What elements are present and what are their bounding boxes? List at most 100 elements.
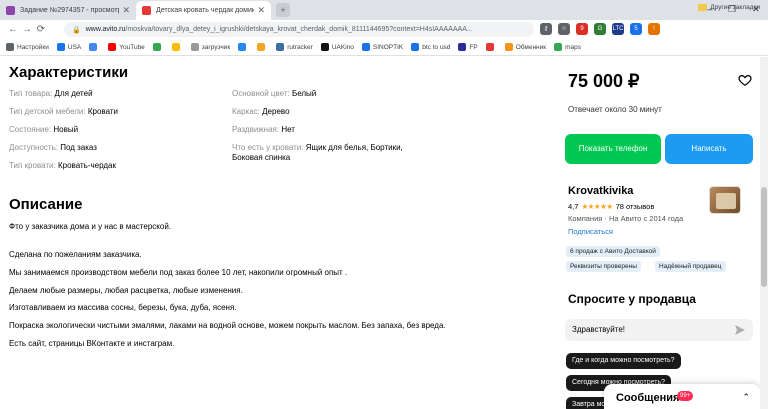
description-paragraph: Мы занимаемся производством мебели под з… [9, 267, 348, 277]
spec-row: Каркас: Дерево [232, 107, 432, 117]
delivery-sales-badge: 6 продаж с Авито Доставкой [566, 246, 660, 257]
browser-tab-strip: Задание №2974357 - просмотр з ✕ Детская … [0, 0, 768, 20]
ask-input-text: Здравствуйте! [572, 325, 626, 334]
reviews-count: 78 отзывов [615, 202, 655, 211]
bookmark-item[interactable] [89, 43, 100, 51]
bookmark-favicon-icon [554, 43, 563, 51]
ext-orange-icon[interactable]: ! [648, 23, 660, 35]
spec-value: Кровать-чердак [57, 161, 116, 170]
ext-red-icon[interactable]: 9 [576, 23, 588, 35]
tab-close-icon[interactable]: ✕ [257, 5, 265, 16]
tab-close-icon[interactable]: ✕ [122, 5, 130, 16]
description-paragraph: Изготавливаем из массива сосны, березы, … [9, 303, 237, 313]
ask-seller-input[interactable]: Здравствуйте! [565, 319, 753, 341]
page-scrollbar[interactable] [760, 57, 768, 409]
spec-value: Дерево [262, 107, 290, 116]
other-bookmarks[interactable]: Другие закладки [698, 4, 760, 11]
bookmark-label: загрузчик [201, 43, 231, 51]
characteristics-right-column: Основной цвет: Белый Каркас: Дерево Раздви… [232, 89, 432, 171]
reply-time: Отвечает около 30 минут [568, 105, 662, 114]
bookmark-item[interactable]: rutracker [276, 43, 313, 51]
characteristics-title: Характеристики [9, 64, 129, 81]
characteristics-left-column: Тип товара: Для детей Тип детской мебели:… [9, 89, 224, 179]
description-paragraph: Делаем любые размеры, любая расцветка, л… [9, 285, 243, 295]
bookmark-item[interactable] [257, 43, 268, 51]
spec-value: Новый [53, 125, 79, 134]
ask-seller-title: Спросите у продавца [568, 292, 696, 306]
key-icon[interactable]: ⚷ [540, 23, 552, 35]
ext-blue-icon[interactable]: 5 [630, 23, 642, 35]
bookmark-favicon-icon [171, 43, 180, 51]
spec-key: Тип кровати: [9, 161, 56, 170]
url-host: www.avito.ru [85, 26, 126, 33]
browser-tab-active[interactable]: Детская кровать чердак домик с ✕ [136, 1, 271, 20]
bookmark-favicon-icon [320, 43, 329, 51]
messages-panel[interactable]: Сообщения 99+ ⌃ [604, 384, 760, 409]
reload-icon[interactable]: ⟳ [34, 24, 48, 35]
bookmark-item[interactable]: загрузчик [190, 43, 231, 51]
star-icon[interactable]: ☆ [558, 23, 570, 35]
send-icon[interactable] [735, 325, 745, 335]
spec-row: Что есть у кровати: Ящик для белья, Борт… [232, 143, 432, 162]
spec-key: Состояние: [9, 125, 52, 134]
description-paragraph: Есть сайт, страницы ВКонтакте и инстагра… [9, 338, 175, 348]
browser-tab[interactable]: Задание №2974357 - просмотр з ✕ [0, 1, 136, 20]
tab-title: Детская кровать чердак домик с [156, 7, 255, 14]
new-tab-button[interactable]: + [276, 3, 290, 17]
bookmark-item[interactable] [238, 43, 249, 51]
description-paragraph: Фто у заказчика дома и у нас в мастерско… [9, 222, 172, 231]
seller-rating[interactable]: 4,7 ★★★★★ 78 отзывов [568, 202, 654, 211]
bookmark-item[interactable]: USA [56, 43, 82, 51]
forward-icon[interactable]: → [20, 24, 34, 35]
bookmark-item[interactable] [485, 43, 497, 51]
bookmark-favicon-icon [108, 43, 117, 51]
bookmark-favicon-icon [56, 43, 65, 51]
bookmark-favicon-icon [89, 43, 98, 51]
bookmark-item[interactable] [171, 43, 183, 51]
spec-row: Основной цвет: Белый [232, 89, 432, 99]
seller-name[interactable]: Krovatkivika [568, 185, 633, 197]
bookmark-favicon-icon [411, 43, 420, 51]
write-message-button[interactable]: Написать [665, 134, 753, 164]
description-paragraph: Покраска экологически чистыми эмалями, л… [9, 321, 446, 331]
bookmark-label: YouTube [119, 43, 145, 51]
bookmark-item[interactable]: FP [458, 43, 478, 51]
tab-title: Задание №2974357 - просмотр з [20, 7, 120, 14]
bookmark-item[interactable]: btc to usd [411, 43, 450, 51]
scrollbar-thumb[interactable] [761, 187, 767, 287]
bookmark-item[interactable]: YouTube [108, 43, 145, 51]
back-icon[interactable]: ← [6, 24, 20, 35]
bookmark-item[interactable] [152, 43, 164, 51]
favorite-heart-icon[interactable] [738, 73, 752, 87]
bookmark-favicon-icon [6, 43, 14, 51]
quick-question-button[interactable]: Где и когда можно посмотреть? [566, 353, 681, 369]
rating-value: 4,7 [568, 202, 579, 211]
bookmark-item[interactable]: Настройки [6, 43, 49, 51]
rating-stars-icon: ★★★★★ [581, 202, 613, 211]
seller-avatar[interactable] [709, 186, 741, 214]
ext-green-icon[interactable]: G [594, 23, 606, 35]
bookmark-item[interactable]: maps [554, 43, 581, 51]
other-bookmarks-label: Другие закладки [710, 4, 760, 11]
url-field[interactable]: 🔒 www.avito.ru /moskva/tovary_dlya_detey… [64, 22, 534, 37]
spec-row: Раздвижная: Нет [232, 125, 432, 135]
bookmark-item[interactable]: SINOPTIK [361, 43, 403, 51]
spec-row: Тип кровати: Кровать-чердак [9, 161, 224, 171]
bookmark-item[interactable]: UAKino [320, 43, 354, 51]
bookmark-favicon-icon [458, 43, 467, 51]
folder-icon [698, 4, 708, 11]
bookmark-item[interactable]: Обменник [504, 43, 547, 51]
spec-row: Доступность: Под заказ [9, 143, 224, 153]
bookmark-favicon-icon [361, 43, 370, 51]
subscribe-link[interactable]: Подписаться [568, 227, 613, 236]
ltc-ext-icon[interactable]: LTC [612, 23, 624, 35]
show-phone-button[interactable]: Показать телефон [565, 134, 661, 164]
spec-key: Доступность: [9, 143, 58, 152]
description-body: Фто у заказчика дома и у нас в мастерско… [9, 222, 449, 357]
bookmark-label: USA [67, 43, 82, 51]
lock-icon: 🔒 [72, 26, 81, 34]
spec-key: Тип детской мебели: [9, 107, 86, 116]
bookmark-label: Обменник [515, 43, 547, 51]
chevron-up-icon[interactable]: ⌃ [742, 392, 750, 403]
bookmark-label: FP [469, 43, 478, 51]
